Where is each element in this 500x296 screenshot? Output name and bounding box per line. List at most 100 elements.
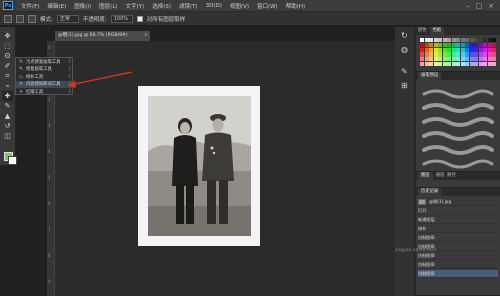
- swatch-cell[interactable]: [487, 42, 492, 48]
- swatch-cell[interactable]: [469, 38, 474, 43]
- swatch-cell[interactable]: [429, 52, 433, 57]
- swatch-cell[interactable]: [442, 61, 447, 67]
- menu-image[interactable]: 图像(I): [70, 2, 95, 10]
- swatch-cell[interactable]: [420, 52, 424, 57]
- swatch-cell[interactable]: [478, 57, 483, 62]
- clone-source-panel-icon[interactable]: ⊞: [401, 81, 408, 90]
- swatch-cell[interactable]: [433, 42, 438, 48]
- swatch-cell[interactable]: [420, 42, 424, 48]
- tab-color[interactable]: 颜色: [418, 27, 427, 35]
- menu-help[interactable]: 帮助(H): [282, 2, 309, 10]
- swatch-cell[interactable]: [478, 61, 483, 67]
- swatch-cell[interactable]: [420, 57, 424, 62]
- brush-panel-icon[interactable]: ✎: [401, 67, 408, 76]
- swatch-cell[interactable]: [429, 47, 433, 52]
- swatch-cell[interactable]: [438, 38, 442, 43]
- lasso-tool-icon[interactable]: ʘ: [2, 51, 13, 61]
- document-tab[interactable]: @晒(1).jpg @ 66.7% (RGB/8#) ×: [55, 31, 150, 41]
- swatch-cell[interactable]: [424, 38, 429, 43]
- swatch-cell[interactable]: [451, 42, 456, 48]
- swatch-cell[interactable]: [460, 47, 465, 52]
- menu-view[interactable]: 视图(V): [226, 2, 253, 10]
- history-item[interactable]: 仿制图章: [418, 261, 498, 269]
- swatch-cell[interactable]: [438, 42, 442, 48]
- flyout-item-red-eye[interactable]: + 红眼工具 J: [16, 88, 72, 96]
- close-window-button[interactable]: ×: [488, 2, 494, 10]
- swatch-cell[interactable]: [492, 38, 496, 43]
- close-icon[interactable]: ×: [144, 31, 148, 41]
- swatch-cell[interactable]: [442, 38, 447, 43]
- swatch-cell[interactable]: [438, 52, 442, 57]
- swatch-cell[interactable]: [492, 57, 496, 62]
- swatch-cell[interactable]: [460, 61, 465, 67]
- swatch-cell[interactable]: [474, 57, 478, 62]
- swatch-cell[interactable]: [456, 52, 460, 57]
- menu-window[interactable]: 窗口(W): [253, 2, 282, 10]
- swatch-cell[interactable]: [424, 42, 429, 48]
- swatch-cell[interactable]: [478, 52, 483, 57]
- swatch-cell[interactable]: [442, 57, 447, 62]
- history-brush-tool-icon[interactable]: ↺: [2, 121, 13, 131]
- swatch-cell[interactable]: [451, 57, 456, 62]
- healing-tool-icon[interactable]: ✚: [2, 91, 13, 101]
- swatch-cell[interactable]: [429, 38, 433, 43]
- crop-tool-icon[interactable]: ⌗: [2, 71, 13, 81]
- swatch-cell[interactable]: [420, 47, 424, 52]
- properties-panel-icon[interactable]: ◍: [401, 45, 408, 54]
- eraser-tool-icon[interactable]: ◫: [2, 131, 13, 141]
- swatch-cell[interactable]: [420, 38, 424, 43]
- swatch-cell[interactable]: [438, 61, 442, 67]
- swatch-cell[interactable]: [465, 61, 469, 67]
- menu-layer[interactable]: 图层(L): [95, 2, 121, 10]
- swatch-cell[interactable]: [438, 57, 442, 62]
- history-item[interactable]: 新建图层: [418, 216, 498, 224]
- flyout-item-healing-brush[interactable]: ✎ 修复画笔工具 J: [16, 66, 72, 74]
- flyout-item-spot-healing[interactable]: ✎ 污点修复画笔工具 J: [16, 58, 72, 66]
- mode-select[interactable]: 正常: [56, 14, 79, 23]
- swatch-cell[interactable]: [487, 47, 492, 52]
- swatch-cell[interactable]: [433, 52, 438, 57]
- swatch-cell[interactable]: [433, 47, 438, 52]
- swatch-cell[interactable]: [447, 61, 451, 67]
- swatch-cell[interactable]: [469, 61, 474, 67]
- quick-select-tool-icon[interactable]: ✐: [2, 61, 13, 71]
- swatch-cell[interactable]: [420, 61, 424, 67]
- swatch-cell[interactable]: [483, 42, 487, 48]
- swatch-cell[interactable]: [478, 42, 483, 48]
- swatch-cell[interactable]: [460, 52, 465, 57]
- swatch-cell[interactable]: [492, 61, 496, 67]
- move-tool-icon[interactable]: ✥: [2, 31, 13, 41]
- minimize-button[interactable]: –: [466, 2, 470, 10]
- swatch-cell[interactable]: [442, 47, 447, 52]
- sample-all-layers-checkbox[interactable]: [136, 15, 143, 22]
- swatch-cell[interactable]: [424, 47, 429, 52]
- tab-paths[interactable]: 路径: [447, 172, 456, 180]
- swatch-cell[interactable]: [492, 52, 496, 57]
- history-snapshot[interactable]: @晒(1).jpg: [418, 198, 498, 206]
- swatch-cell[interactable]: [451, 47, 456, 52]
- tab-swatches[interactable]: 色板: [429, 27, 445, 35]
- tool-preset-icon[interactable]: [4, 14, 12, 23]
- swatch-cell[interactable]: [424, 57, 429, 62]
- brush-panel-toggle-icon[interactable]: [28, 14, 36, 23]
- swatch-cell[interactable]: [465, 57, 469, 62]
- brush-size-icon[interactable]: [16, 14, 24, 23]
- swatch-cell[interactable]: [469, 57, 474, 62]
- swatch-cell[interactable]: [465, 42, 469, 48]
- menu-edit[interactable]: 编辑(E): [43, 2, 70, 10]
- swatch-cell[interactable]: [474, 52, 478, 57]
- stamp-tool-icon[interactable]: ▲: [2, 111, 13, 121]
- swatch-cell[interactable]: [483, 38, 487, 43]
- swatch-cell[interactable]: [447, 42, 451, 48]
- swatch-cell[interactable]: [465, 52, 469, 57]
- swatch-cell[interactable]: [447, 47, 451, 52]
- swatch-cell[interactable]: [456, 61, 460, 67]
- swatch-cell[interactable]: [469, 42, 474, 48]
- swatch-cell[interactable]: [487, 38, 492, 43]
- swatch-cell[interactable]: [460, 57, 465, 62]
- menu-file[interactable]: 文件(F): [17, 2, 43, 10]
- swatch-cell[interactable]: [487, 61, 492, 67]
- swatch-cell[interactable]: [487, 57, 492, 62]
- swatch-cell[interactable]: [429, 61, 433, 67]
- history-item[interactable]: 修补: [418, 225, 498, 233]
